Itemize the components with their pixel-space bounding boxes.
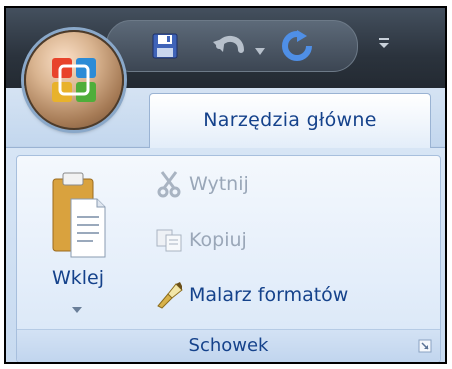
format-painter-icon [153,281,185,309]
cut-button[interactable]: Wytnij [153,166,249,202]
paste-icon [51,171,107,265]
copy-button[interactable]: Kopiuj [153,222,247,258]
customize-qat-icon[interactable] [377,35,391,54]
clipboard-group: Wklej Wytnij Kopiuj Malarz formatów Scho… [16,155,441,362]
cut-label: Wytnij [189,173,249,195]
group-footer: Schowek [17,329,440,362]
redo-icon[interactable] [281,30,313,66]
undo-icon[interactable] [211,32,247,66]
format-painter-button[interactable]: Malarz formatów [153,277,348,313]
save-icon[interactable] [151,32,179,64]
quick-access-toolbar [106,20,389,72]
copy-label: Kopiuj [189,229,247,251]
undo-dropdown-icon[interactable] [255,41,265,60]
tab-home-label: Narzędzia główne [203,109,377,131]
dialog-launcher-icon[interactable] [418,338,432,353]
paste-button[interactable]: Wklej [35,171,121,321]
ribbon: Wklej Wytnij Kopiuj Malarz formatów Scho… [6,147,445,362]
copy-icon [153,226,185,254]
paste-label: Wklej [51,267,105,289]
office-button[interactable] [24,30,124,130]
word-window: Narzędzia główne Wklej Wytnij Kopiuj Mal… [4,6,447,364]
format-painter-label: Malarz formatów [189,284,349,306]
tab-home[interactable]: Narzędzia główne [149,93,431,148]
office-logo-icon [50,56,98,108]
paste-dropdown-icon[interactable] [72,299,82,318]
scissors-icon [153,170,185,198]
clipboard-group-label: Schowek [188,335,269,356]
